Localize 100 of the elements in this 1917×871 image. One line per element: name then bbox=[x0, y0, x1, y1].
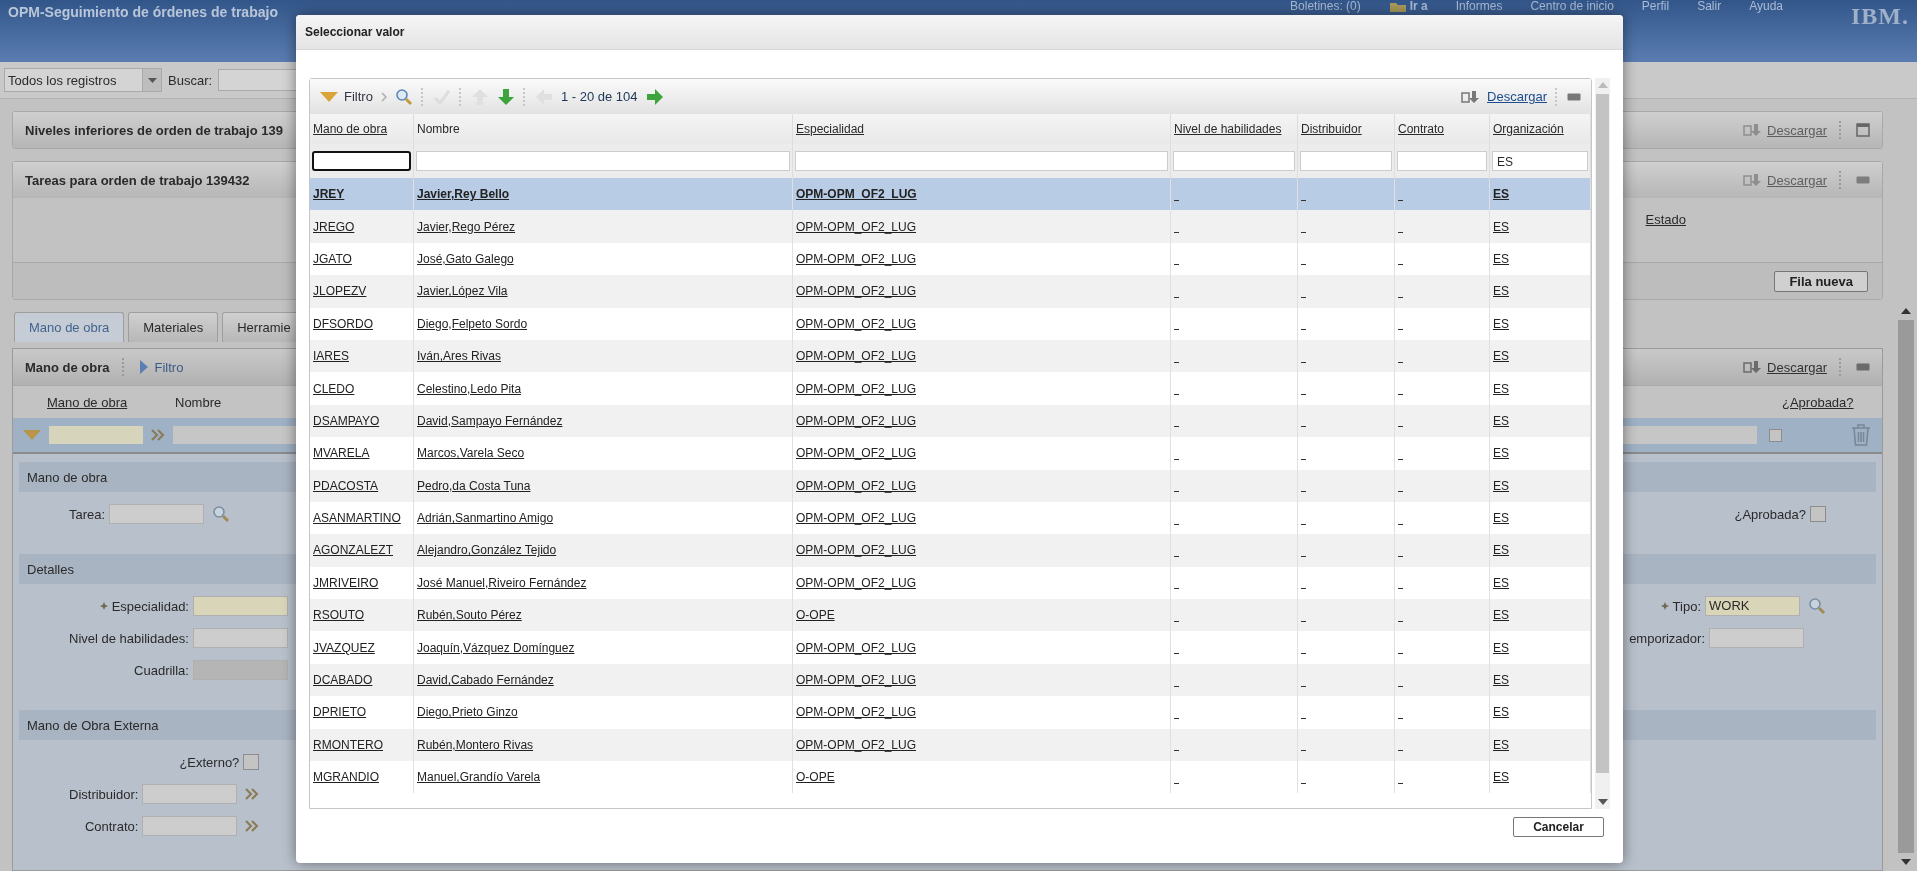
labor-link[interactable]: IARES bbox=[313, 349, 349, 364]
name-link[interactable]: Adrián,Sanmartino Amigo bbox=[417, 511, 554, 526]
header-link[interactable]: Salir bbox=[1697, 0, 1722, 13]
empty-link[interactable] bbox=[1398, 361, 1403, 363]
empty-link[interactable] bbox=[1301, 750, 1306, 752]
name-link[interactable]: Diego,Prieto Ginzo bbox=[417, 705, 518, 720]
header-link[interactable]: Boletines: (0) bbox=[1290, 0, 1361, 13]
labor-link[interactable]: JGATO bbox=[313, 251, 352, 266]
craft-link[interactable]: OPM-OPM_OF2_LUG bbox=[796, 511, 917, 526]
download-link[interactable]: Descargar bbox=[1767, 172, 1827, 188]
table-row[interactable]: JREGO Javier,Rego Pérez OPM-OPM_OF2_LUG ES bbox=[310, 210, 1591, 243]
name-link[interactable]: Diego,Felpeto Sordo bbox=[417, 316, 528, 331]
minimize-icon[interactable] bbox=[1567, 92, 1581, 101]
empty-link[interactable] bbox=[1174, 523, 1179, 525]
input-field[interactable] bbox=[192, 596, 288, 616]
empty-link[interactable] bbox=[1301, 426, 1306, 428]
empty-link[interactable] bbox=[1174, 620, 1179, 622]
empty-link[interactable] bbox=[1398, 620, 1403, 622]
labor-link[interactable]: DPRIETO bbox=[313, 705, 367, 720]
labor-link[interactable]: JMRIVEIRO bbox=[313, 575, 379, 590]
minimize-icon[interactable] bbox=[1856, 363, 1870, 371]
empty-link[interactable] bbox=[1398, 426, 1403, 428]
labor-link[interactable]: DSAMPAYO bbox=[313, 413, 380, 428]
input-field[interactable] bbox=[109, 504, 205, 524]
download-link[interactable]: Descargar bbox=[1767, 122, 1827, 138]
craft-link[interactable]: OPM-OPM_OF2_LUG bbox=[796, 673, 917, 688]
name-link[interactable]: David,Cabado Fernández bbox=[417, 673, 554, 688]
name-link[interactable]: Celestino,Ledo Pita bbox=[417, 381, 522, 396]
empty-link[interactable] bbox=[1301, 620, 1306, 622]
empty-link[interactable] bbox=[1174, 685, 1179, 687]
input-field[interactable]: WORK bbox=[1705, 596, 1800, 616]
download-link[interactable]: Descargar bbox=[1487, 89, 1547, 104]
table-row[interactable]: DCABADO David,Cabado Fernández OPM-OPM_OF2_LUG ES bbox=[310, 663, 1591, 697]
empty-link[interactable] bbox=[1174, 264, 1179, 266]
empty-link[interactable] bbox=[1301, 491, 1306, 493]
empty-link[interactable] bbox=[1301, 523, 1306, 525]
table-row[interactable]: JREY Javier,Rey Bello OPM-OPM_OF2_LUG ES bbox=[310, 178, 1591, 211]
organization-link[interactable]: ES bbox=[1493, 640, 1509, 655]
organization-link[interactable]: ES bbox=[1493, 316, 1509, 331]
labor-link[interactable]: DFSORDO bbox=[313, 316, 373, 331]
table-row[interactable]: RSOUTO Rubén,Souto Pérez O-OPE ES bbox=[310, 599, 1591, 632]
table-row[interactable]: DSAMPAYO David,Sampayo Fernández OPM-OPM_OF2_LUG ES bbox=[310, 404, 1591, 438]
header-link[interactable]: Informes bbox=[1455, 0, 1503, 13]
scroll-up-icon[interactable] bbox=[1901, 308, 1911, 314]
craft-link[interactable]: OPM-OPM_OF2_LUG bbox=[796, 446, 917, 461]
input-field[interactable] bbox=[49, 426, 143, 444]
download-icon[interactable] bbox=[1461, 89, 1480, 104]
name-link[interactable]: Rubén,Souto Pérez bbox=[417, 608, 522, 623]
name-link[interactable]: Joaquín,Vázquez Domínguez bbox=[417, 640, 575, 655]
craft-link[interactable]: OPM-OPM_OF2_LUG bbox=[796, 349, 917, 364]
organization-link[interactable]: ES bbox=[1493, 219, 1509, 234]
table-row[interactable]: IARES Iván,Ares Rivas OPM-OPM_OF2_LUG ES bbox=[310, 339, 1591, 373]
header-link[interactable]: Ayuda bbox=[1749, 0, 1783, 13]
table-row[interactable]: AGONZALEZT Alejandro,González Tejido OPM-OPM_OF2_LUG ES bbox=[310, 534, 1591, 567]
table-row[interactable]: JLOPEZV Javier,López Vila OPM-OPM_OF2_LUG ES bbox=[310, 275, 1591, 308]
empty-link[interactable] bbox=[1174, 232, 1179, 234]
input-field[interactable] bbox=[142, 816, 238, 836]
labor-link[interactable]: JLOPEZV bbox=[313, 284, 367, 299]
scroll-down-icon[interactable] bbox=[1597, 799, 1608, 805]
organization-link[interactable]: ES bbox=[1493, 543, 1509, 558]
craft-link[interactable]: O-OPE bbox=[796, 770, 835, 785]
empty-link[interactable] bbox=[1174, 717, 1179, 719]
labor-link[interactable]: RSOUTO bbox=[313, 608, 365, 623]
input-field[interactable] bbox=[192, 628, 288, 648]
craft-link[interactable]: OPM-OPM_OF2_LUG bbox=[796, 413, 917, 428]
search-icon[interactable] bbox=[394, 87, 413, 106]
empty-link[interactable] bbox=[1301, 199, 1306, 201]
empty-link[interactable] bbox=[1174, 653, 1179, 655]
empty-link[interactable] bbox=[1398, 685, 1403, 687]
empty-link[interactable] bbox=[1174, 782, 1179, 784]
organization-link[interactable]: ES bbox=[1493, 284, 1509, 299]
craft-link[interactable]: OPM-OPM_OF2_LUG bbox=[796, 381, 917, 396]
table-row[interactable]: CLEDO Celestino,Ledo Pita OPM-OPM_OF2_LUG ES bbox=[310, 372, 1591, 405]
empty-link[interactable] bbox=[1301, 782, 1306, 784]
name-link[interactable]: Alejandro,González Tejido bbox=[417, 543, 557, 558]
down-arrow-icon[interactable] bbox=[496, 87, 515, 106]
column-header[interactable]: ¿Aprobada? bbox=[1774, 394, 1882, 410]
labor-link[interactable]: RMONTERO bbox=[313, 737, 383, 752]
empty-link[interactable] bbox=[1398, 491, 1403, 493]
craft-link[interactable]: OPM-OPM_OF2_LUG bbox=[796, 284, 917, 299]
table-row[interactable]: JMRIVEIRO José Manuel,Riveiro Fernández OPM-OPM_OF2_LUG ES bbox=[310, 566, 1591, 600]
download-icon[interactable] bbox=[1743, 360, 1762, 374]
organization-link[interactable]: ES bbox=[1493, 349, 1509, 364]
name-link[interactable]: Pedro,da Costa Tuna bbox=[417, 478, 531, 493]
empty-link[interactable] bbox=[1398, 199, 1403, 201]
filter-button[interactable]: Filtro bbox=[320, 89, 373, 104]
empty-link[interactable] bbox=[1398, 750, 1403, 752]
organization-link[interactable]: ES bbox=[1493, 381, 1509, 396]
organization-link[interactable]: ES bbox=[1493, 575, 1509, 590]
name-link[interactable]: David,Sampayo Fernández bbox=[417, 413, 563, 428]
empty-link[interactable] bbox=[1301, 653, 1306, 655]
name-link[interactable]: Marcos,Varela Seco bbox=[417, 446, 525, 461]
tab[interactable]: Mano de obra bbox=[14, 312, 125, 342]
empty-link[interactable] bbox=[1398, 523, 1403, 525]
column-header[interactable]: Mano de obra bbox=[39, 394, 167, 410]
empty-link[interactable] bbox=[1398, 588, 1403, 590]
header-link[interactable]: Perfil bbox=[1641, 0, 1670, 13]
empty-link[interactable] bbox=[1398, 458, 1403, 460]
new-row-button[interactable]: Fila nueva bbox=[1774, 270, 1868, 292]
organization-link[interactable]: ES bbox=[1493, 413, 1509, 428]
